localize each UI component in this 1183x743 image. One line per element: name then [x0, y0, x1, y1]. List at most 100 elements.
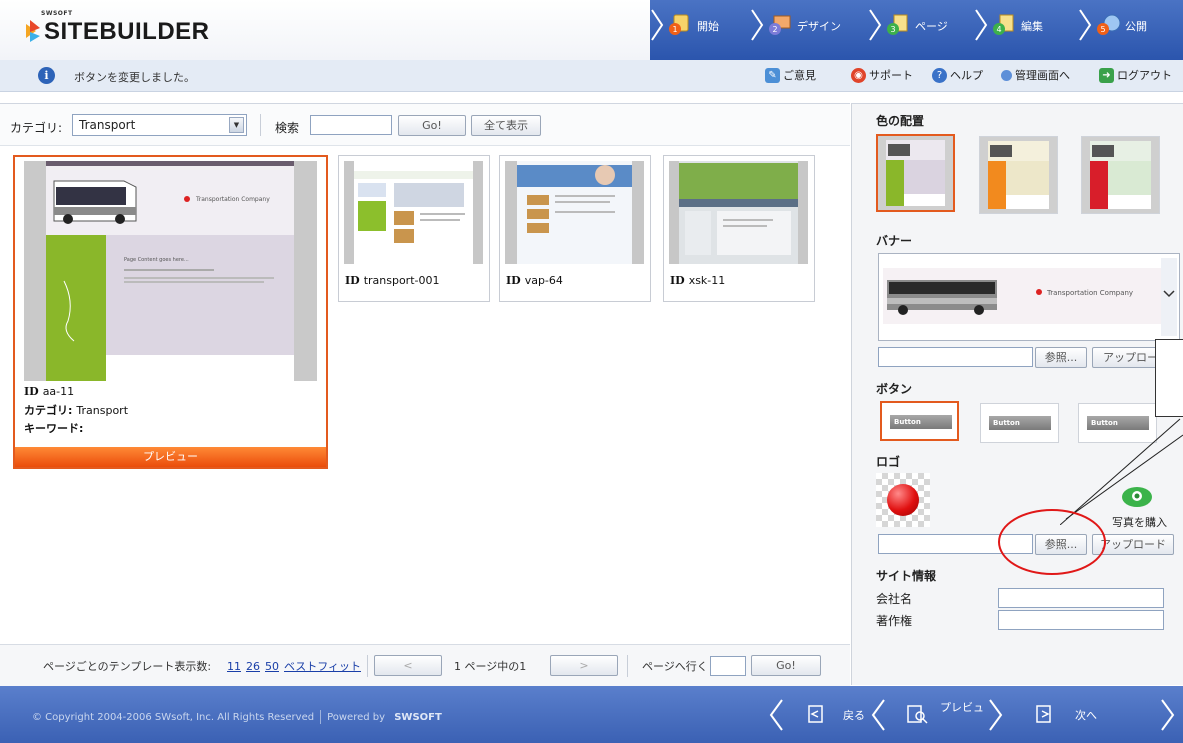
chevron-left-icon — [769, 699, 783, 731]
chevron-right-icon — [1079, 9, 1092, 41]
step-pages[interactable]: 3 ページ — [868, 0, 978, 50]
pagination-bar: ページごとのテンプレート表示数: 11 26 50 ベストフィット < 1 ページ中の… — [0, 644, 850, 686]
search-go-button[interactable]: Go! — [398, 115, 466, 136]
logo-mark-icon — [26, 20, 40, 42]
info-icon: i — [38, 67, 55, 84]
svg-text:3: 3 — [890, 25, 895, 34]
divider — [627, 655, 628, 677]
support-link[interactable]: ◉ サポート — [851, 67, 913, 85]
back-icon — [808, 705, 823, 723]
divider — [367, 655, 368, 677]
template-category: カテゴリ: Transport — [24, 404, 129, 417]
step-edit[interactable]: 4 編集 — [974, 0, 1084, 50]
company-name-input[interactable] — [998, 588, 1164, 608]
dropdown-arrow-icon[interactable]: ▼ — [229, 117, 244, 133]
preview-icon — [907, 705, 928, 724]
prev-page-button[interactable]: < — [374, 655, 442, 676]
template-thumbnail[interactable] — [505, 161, 644, 264]
chevron-left-icon — [871, 699, 885, 731]
logout-link[interactable]: ➜ ログアウト — [1099, 67, 1172, 85]
category-select[interactable]: Transport ▼ — [72, 114, 247, 136]
banner-preview-image: Transportation Company — [879, 254, 1179, 340]
color-scheme-green[interactable] — [876, 134, 955, 212]
goto-page-go-button[interactable]: Go! — [751, 655, 821, 676]
status-message: ボタンを変更しました。 — [74, 71, 195, 84]
step-label: デザイン — [797, 20, 841, 33]
chevron-right-icon — [751, 9, 764, 41]
template-preview-image — [344, 161, 483, 264]
svg-text:4: 4 — [996, 25, 1001, 34]
back-button[interactable]: 戻る — [768, 686, 886, 743]
svg-text:1: 1 — [672, 25, 677, 34]
category-label: カテゴリ: — [10, 121, 63, 135]
per-page-11[interactable]: 11 — [227, 660, 241, 673]
site-info-heading: サイト情報 — [876, 569, 937, 583]
app-header: SWSOFT SITEBUILDER 1 開始 2 デザイン 3 ページ 4 編… — [0, 0, 1183, 60]
goto-page-input[interactable] — [710, 656, 746, 676]
chevron-right-icon — [989, 699, 1003, 731]
banner-file-input[interactable] — [878, 347, 1033, 367]
help-link[interactable]: ? ヘルプ — [932, 67, 983, 85]
step-publish[interactable]: 5 公開 — [1078, 0, 1183, 50]
app-footer: © Copyright 2004-2006 SWsoft, Inc. All R… — [0, 686, 1183, 743]
filter-bar: カテゴリ: Transport ▼ 検索 Go! 全て表示 — [0, 104, 850, 146]
button-style-preview: Button — [890, 415, 952, 429]
color-scheme-orange[interactable] — [979, 136, 1058, 214]
step-design[interactable]: 2 デザイン — [750, 0, 870, 50]
show-all-button[interactable]: 全て表示 — [471, 115, 541, 136]
preview-nav-button[interactable]: プレビュ — [870, 686, 1020, 743]
copyright-text: © Copyright 2004-2006 SWsoft, Inc. All R… — [32, 710, 442, 724]
template-card-aa-11[interactable]: Transportation Company Page Content goes… — [13, 155, 328, 469]
preview-button[interactable]: プレビュー — [15, 447, 326, 467]
template-preview-image — [505, 161, 644, 264]
button-style-1[interactable]: Button — [880, 401, 959, 441]
template-preview-image: Transportation Company Page Content goes… — [24, 161, 317, 381]
template-id: ID xsk-11 — [670, 274, 726, 287]
divider — [260, 114, 261, 136]
chevron-right-icon — [651, 9, 664, 41]
color-scheme-red[interactable] — [1081, 136, 1160, 214]
search-input[interactable] — [310, 115, 392, 135]
per-page-label: ページごとのテンプレート表示数: — [43, 660, 212, 673]
template-thumbnail[interactable]: Transportation Company Page Content goes… — [24, 161, 317, 381]
chevron-right-icon — [869, 9, 882, 41]
svg-text:Transportation Company: Transportation Company — [195, 196, 270, 203]
per-page-26[interactable]: 26 — [246, 660, 260, 673]
banner-selector[interactable]: Transportation Company — [878, 253, 1180, 341]
next-button[interactable]: 次へ — [1010, 686, 1183, 743]
step-label: 編集 — [1021, 20, 1043, 33]
design-options-panel: 色の配置 バナー Transportation Company 参照... アッ… — [851, 103, 1183, 685]
template-card-transport-001[interactable]: ID transport-001 — [338, 155, 490, 302]
next-page-button[interactable]: > — [550, 655, 618, 676]
message-bar: i ボタンを変更しました。 ✎ ご意見 ◉ サポート ? ヘルプ 管理画面へ ➜ ログア… — [0, 60, 1183, 92]
step-4-icon: 4 — [993, 14, 1014, 35]
per-page-best-fit[interactable]: ベストフィット — [284, 660, 361, 673]
annotation-pointer — [1060, 418, 1183, 525]
template-card-vap-64[interactable]: ID vap-64 — [499, 155, 651, 302]
per-page-50[interactable]: 50 — [265, 660, 279, 673]
sitebuilder-logo: SWSOFT SITEBUILDER — [24, 10, 244, 48]
button-style-2[interactable]: Button — [980, 403, 1059, 443]
banner-browse-button[interactable]: 参照... — [1035, 347, 1087, 368]
template-card-xsk-11[interactable]: ID xsk-11 — [663, 155, 815, 302]
colors-heading: 色の配置 — [876, 114, 925, 128]
logo-preview — [876, 473, 930, 527]
copyright-input[interactable] — [998, 610, 1164, 630]
admin-link[interactable]: 管理画面へ — [1001, 67, 1070, 85]
buttons-heading: ボタン — [876, 382, 913, 396]
template-thumbnail[interactable] — [669, 161, 808, 264]
goto-page-label: ページへ行く — [642, 660, 708, 673]
help-icon: ? — [932, 67, 947, 83]
company-name-label: 会社名 — [876, 592, 913, 606]
step-start[interactable]: 1 開始 — [650, 0, 762, 50]
template-thumbnail[interactable] — [344, 161, 483, 264]
chevron-right-icon — [1161, 699, 1175, 731]
admin-icon — [1001, 69, 1012, 81]
step-label: 開始 — [697, 20, 719, 33]
color-scheme-preview — [1082, 137, 1159, 213]
feedback-icon: ✎ — [765, 67, 780, 83]
button-style-preview: Button — [989, 416, 1051, 430]
step-label: 公開 — [1125, 20, 1147, 33]
template-id: ID aa-11 — [24, 385, 75, 398]
feedback-link[interactable]: ✎ ご意見 — [765, 67, 816, 85]
